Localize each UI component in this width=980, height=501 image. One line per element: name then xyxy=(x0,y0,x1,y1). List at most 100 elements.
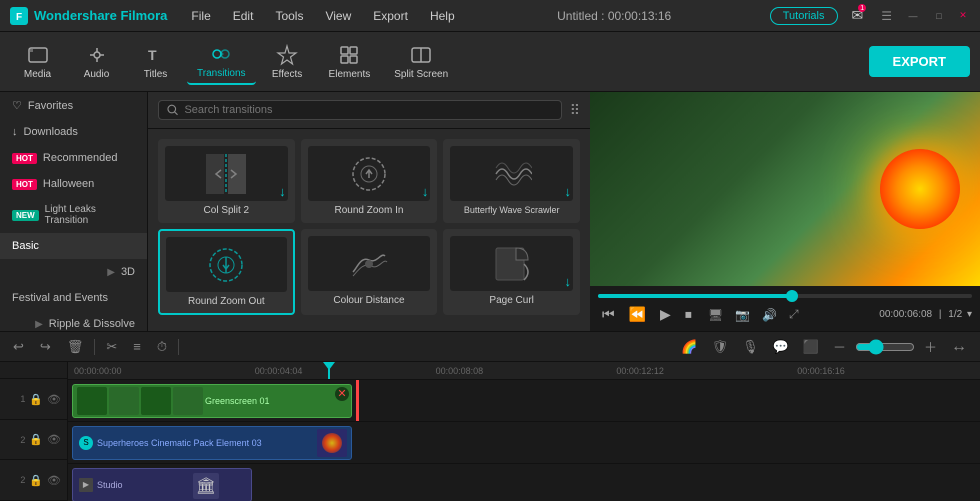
transition-page-curl[interactable]: ↓ Page Curl xyxy=(443,229,580,315)
track-2-lock[interactable]: 🔒 xyxy=(29,433,43,446)
menu-tools[interactable]: Tools xyxy=(271,7,307,25)
sidebar-item-halloween[interactable]: HOT Halloween xyxy=(0,171,147,197)
speed-button[interactable]: ⏱ xyxy=(152,337,172,357)
zoom-out-button[interactable]: － xyxy=(828,335,851,358)
menu-export[interactable]: Export xyxy=(369,7,412,25)
zoom-in-button[interactable]: ＋ xyxy=(919,335,942,358)
subtitle-button[interactable]: 💬 xyxy=(768,337,794,357)
audio-mixer-button[interactable]: ≡ xyxy=(128,337,146,356)
sidebar-item-3d[interactable]: ▶ 3D xyxy=(0,259,147,285)
app-logo: F Wondershare Filmora xyxy=(10,7,167,25)
colour-distance-icon xyxy=(349,244,389,284)
transition-round-zoom-in[interactable]: ↓ Round Zoom In xyxy=(301,139,438,223)
sidebar-item-favorites[interactable]: ♡ Favorites xyxy=(0,92,147,119)
delete-button[interactable]: 🗑 xyxy=(62,337,89,357)
close-button[interactable]: ✕ xyxy=(956,9,970,23)
downloads-icon: ↓ xyxy=(12,126,18,138)
color-correct-button[interactable]: 🌈 xyxy=(676,337,702,357)
minimize-button[interactable]: — xyxy=(906,9,920,23)
track-label-1: 1 🔒 👁 xyxy=(0,379,67,420)
menu-edit[interactable]: Edit xyxy=(229,7,258,25)
zoom-slider[interactable] xyxy=(855,339,915,355)
clip-thumb-3 xyxy=(141,387,171,415)
transition-round-zoom-out[interactable]: Round Zoom Out xyxy=(158,229,295,315)
pip-button[interactable]: ⬛ xyxy=(798,337,824,357)
clip-superheroes-label: Superheroes Cinematic Pack Element 03 xyxy=(97,438,262,448)
tutorials-button[interactable]: Tutorials xyxy=(770,7,838,25)
ruler-spacer xyxy=(0,362,67,379)
toolbar-media[interactable]: Media xyxy=(10,40,65,84)
clip-greenscreen[interactable]: Greenscreen 01 ✕ xyxy=(72,384,352,418)
track-3-eye[interactable]: 👁 xyxy=(47,474,61,487)
sidebar-item-ripple[interactable]: ▶ Ripple & Dissolve xyxy=(0,311,147,331)
preview-controls: ⏮ ⏪ ▶ ⏹ 🖥 📷 🔊 ⤢ 00:00:06:08 | 1/2 ▾ xyxy=(590,286,980,331)
track-row-2: S Superheroes Cinematic Pack Element 03 xyxy=(68,422,980,464)
track-row-3: ▶ Studio 🏛 xyxy=(68,464,980,501)
timeline-tracks: 00:00:00:00 00:00:04:04 00:00:08:08 00:0… xyxy=(68,362,980,501)
fullscreen-button[interactable]: ⤢ xyxy=(787,305,801,324)
sidebar-item-festival[interactable]: Festival and Events xyxy=(0,285,147,311)
main-area: ♡ Favorites ↓ Downloads HOT Recommended … xyxy=(0,92,980,331)
clip-studio-thumbs: 🏛 xyxy=(193,473,247,499)
clip-superheroes[interactable]: S Superheroes Cinematic Pack Element 03 xyxy=(72,426,352,460)
step-back-button[interactable]: ⏪ xyxy=(625,304,650,325)
menu-file[interactable]: File xyxy=(187,7,214,25)
search-box[interactable] xyxy=(158,100,562,120)
volume-button[interactable]: 🔊 xyxy=(760,306,779,324)
search-input[interactable] xyxy=(184,104,552,116)
stabilize-button[interactable]: 🛡 xyxy=(707,337,734,357)
fit-button[interactable]: ↔ xyxy=(946,336,972,358)
menu-view[interactable]: View xyxy=(321,7,355,25)
transition-col-split-2[interactable]: ↓ Col Split 2 xyxy=(158,139,295,223)
toolbar-titles[interactable]: T Titles xyxy=(128,40,183,84)
play-button[interactable]: ▶ xyxy=(656,304,675,325)
transition-butterfly-wave[interactable]: ↓ Butterfly Wave Scrawler xyxy=(443,139,580,223)
transition-colour-distance[interactable]: Colour Distance xyxy=(301,229,438,315)
notification-icon[interactable]: ✉ 1 xyxy=(852,7,864,24)
sidebar-item-basic[interactable]: Basic xyxy=(0,233,147,259)
export-button[interactable]: EXPORT xyxy=(869,46,970,77)
track-row-1: Greenscreen 01 ✕ xyxy=(68,380,980,422)
toolbar-effects[interactable]: Effects xyxy=(260,40,315,84)
maximize-button[interactable]: □ xyxy=(932,9,946,23)
grid-view-icon[interactable]: ⠿ xyxy=(570,102,580,119)
snapshot-button[interactable]: 📷 xyxy=(733,306,752,324)
toolbar-audio[interactable]: Audio xyxy=(69,40,124,84)
monitor-button[interactable]: 🖥 xyxy=(706,306,725,324)
menu-help[interactable]: Help xyxy=(426,7,459,25)
timeline: ↩ ↪ 🗑 ✂ ≡ ⏱ 🌈 🛡 🎙 💬 ⬛ － ＋ ↔ 1 🔒 👁 xyxy=(0,331,980,501)
ruler-mark-3: 00:00:12:12 xyxy=(614,366,795,376)
track-1-lock[interactable]: 🔒 xyxy=(29,393,43,406)
hamburger-icon[interactable]: ☰ xyxy=(881,9,892,23)
sidebar-item-recommended[interactable]: HOT Recommended xyxy=(0,145,147,171)
studio-thumb-2 xyxy=(221,473,247,499)
seek-bar[interactable] xyxy=(598,294,972,298)
audio-record-button[interactable]: 🎙 xyxy=(737,337,764,357)
skip-back-button[interactable]: ⏮ xyxy=(598,304,619,325)
redo-button[interactable]: ↪ xyxy=(35,337,56,357)
ruler-mark-2: 00:00:08:08 xyxy=(434,366,615,376)
track-3-lock[interactable]: 🔒 xyxy=(29,474,43,487)
toolbar-transitions[interactable]: Transitions xyxy=(187,39,256,85)
undo-button[interactable]: ↩ xyxy=(8,337,29,357)
timeline-toolbar: ↩ ↪ 🗑 ✂ ≡ ⏱ 🌈 🛡 🎙 💬 ⬛ － ＋ ↔ xyxy=(0,332,980,362)
playhead[interactable] xyxy=(328,362,330,379)
sidebar-item-lightleaks[interactable]: NEW Light Leaks Transition xyxy=(0,197,147,233)
toolbar-split-screen[interactable]: Split Screen xyxy=(384,40,458,84)
clip-studio-label: Studio xyxy=(97,480,123,490)
stop-button[interactable]: ⏹ xyxy=(681,304,696,325)
sidebar-item-downloads[interactable]: ↓ Downloads xyxy=(0,119,147,145)
clip-delete-icon[interactable]: ✕ xyxy=(335,387,349,401)
toolbar-elements[interactable]: Elements xyxy=(319,40,381,84)
track-2-eye[interactable]: 👁 xyxy=(47,433,61,446)
speed-dropdown-icon[interactable]: ▾ xyxy=(967,309,972,320)
clip-studio[interactable]: ▶ Studio 🏛 xyxy=(72,468,252,501)
cut-button[interactable]: ✂ xyxy=(101,337,122,357)
preview-scene xyxy=(590,92,980,286)
track-1-eye[interactable]: 👁 xyxy=(47,393,61,406)
clip-green-content: Greenscreen 01 xyxy=(73,385,351,417)
butterfly-wave-icon xyxy=(492,154,532,194)
preview-panel: ⏮ ⏪ ▶ ⏹ 🖥 📷 🔊 ⤢ 00:00:06:08 | 1/2 ▾ xyxy=(590,92,980,331)
timeline-right-controls: 🌈 🛡 🎙 💬 ⬛ － ＋ ↔ xyxy=(676,335,972,358)
playback-extras: 🖥 📷 🔊 ⤢ xyxy=(706,305,801,324)
